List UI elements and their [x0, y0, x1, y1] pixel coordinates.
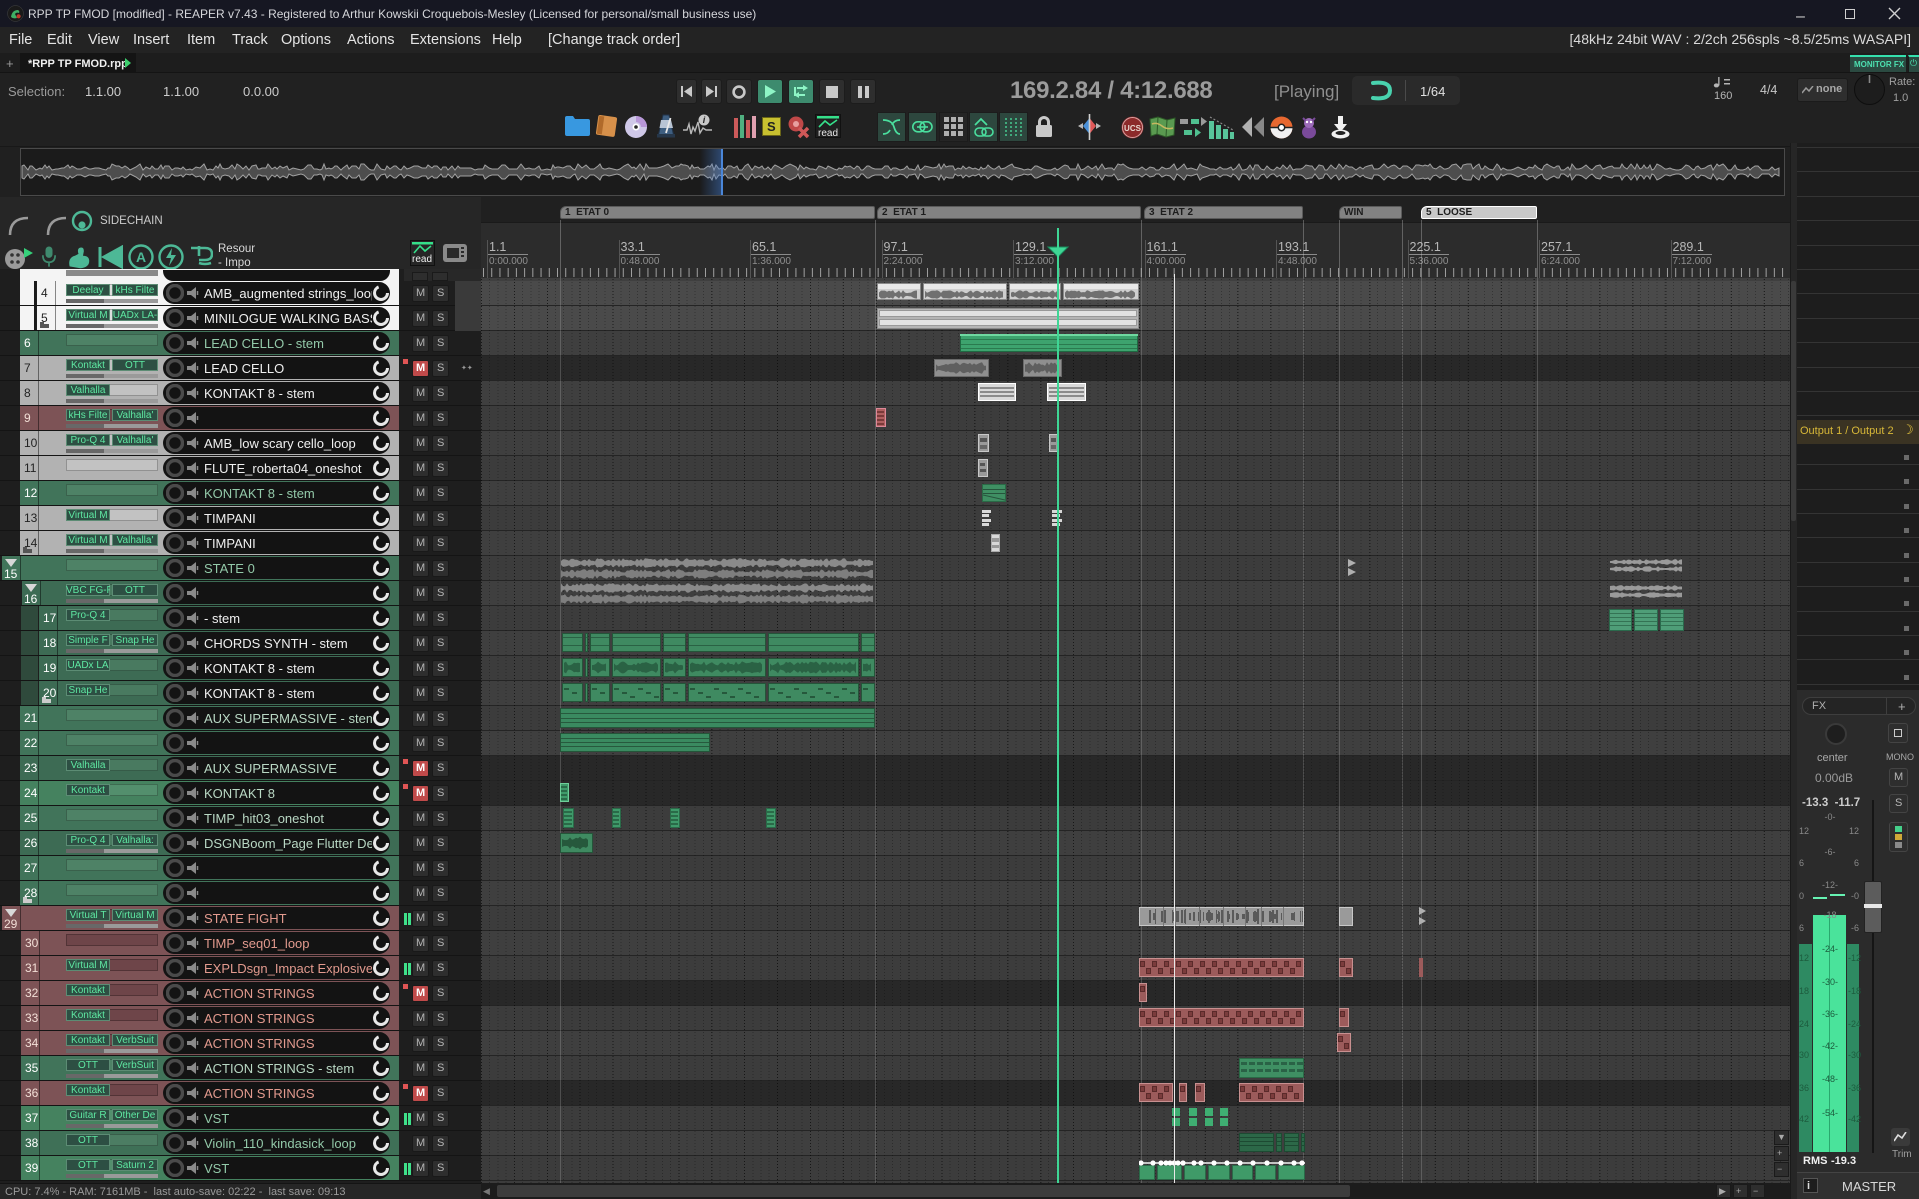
svg-text:A: A	[136, 249, 146, 265]
